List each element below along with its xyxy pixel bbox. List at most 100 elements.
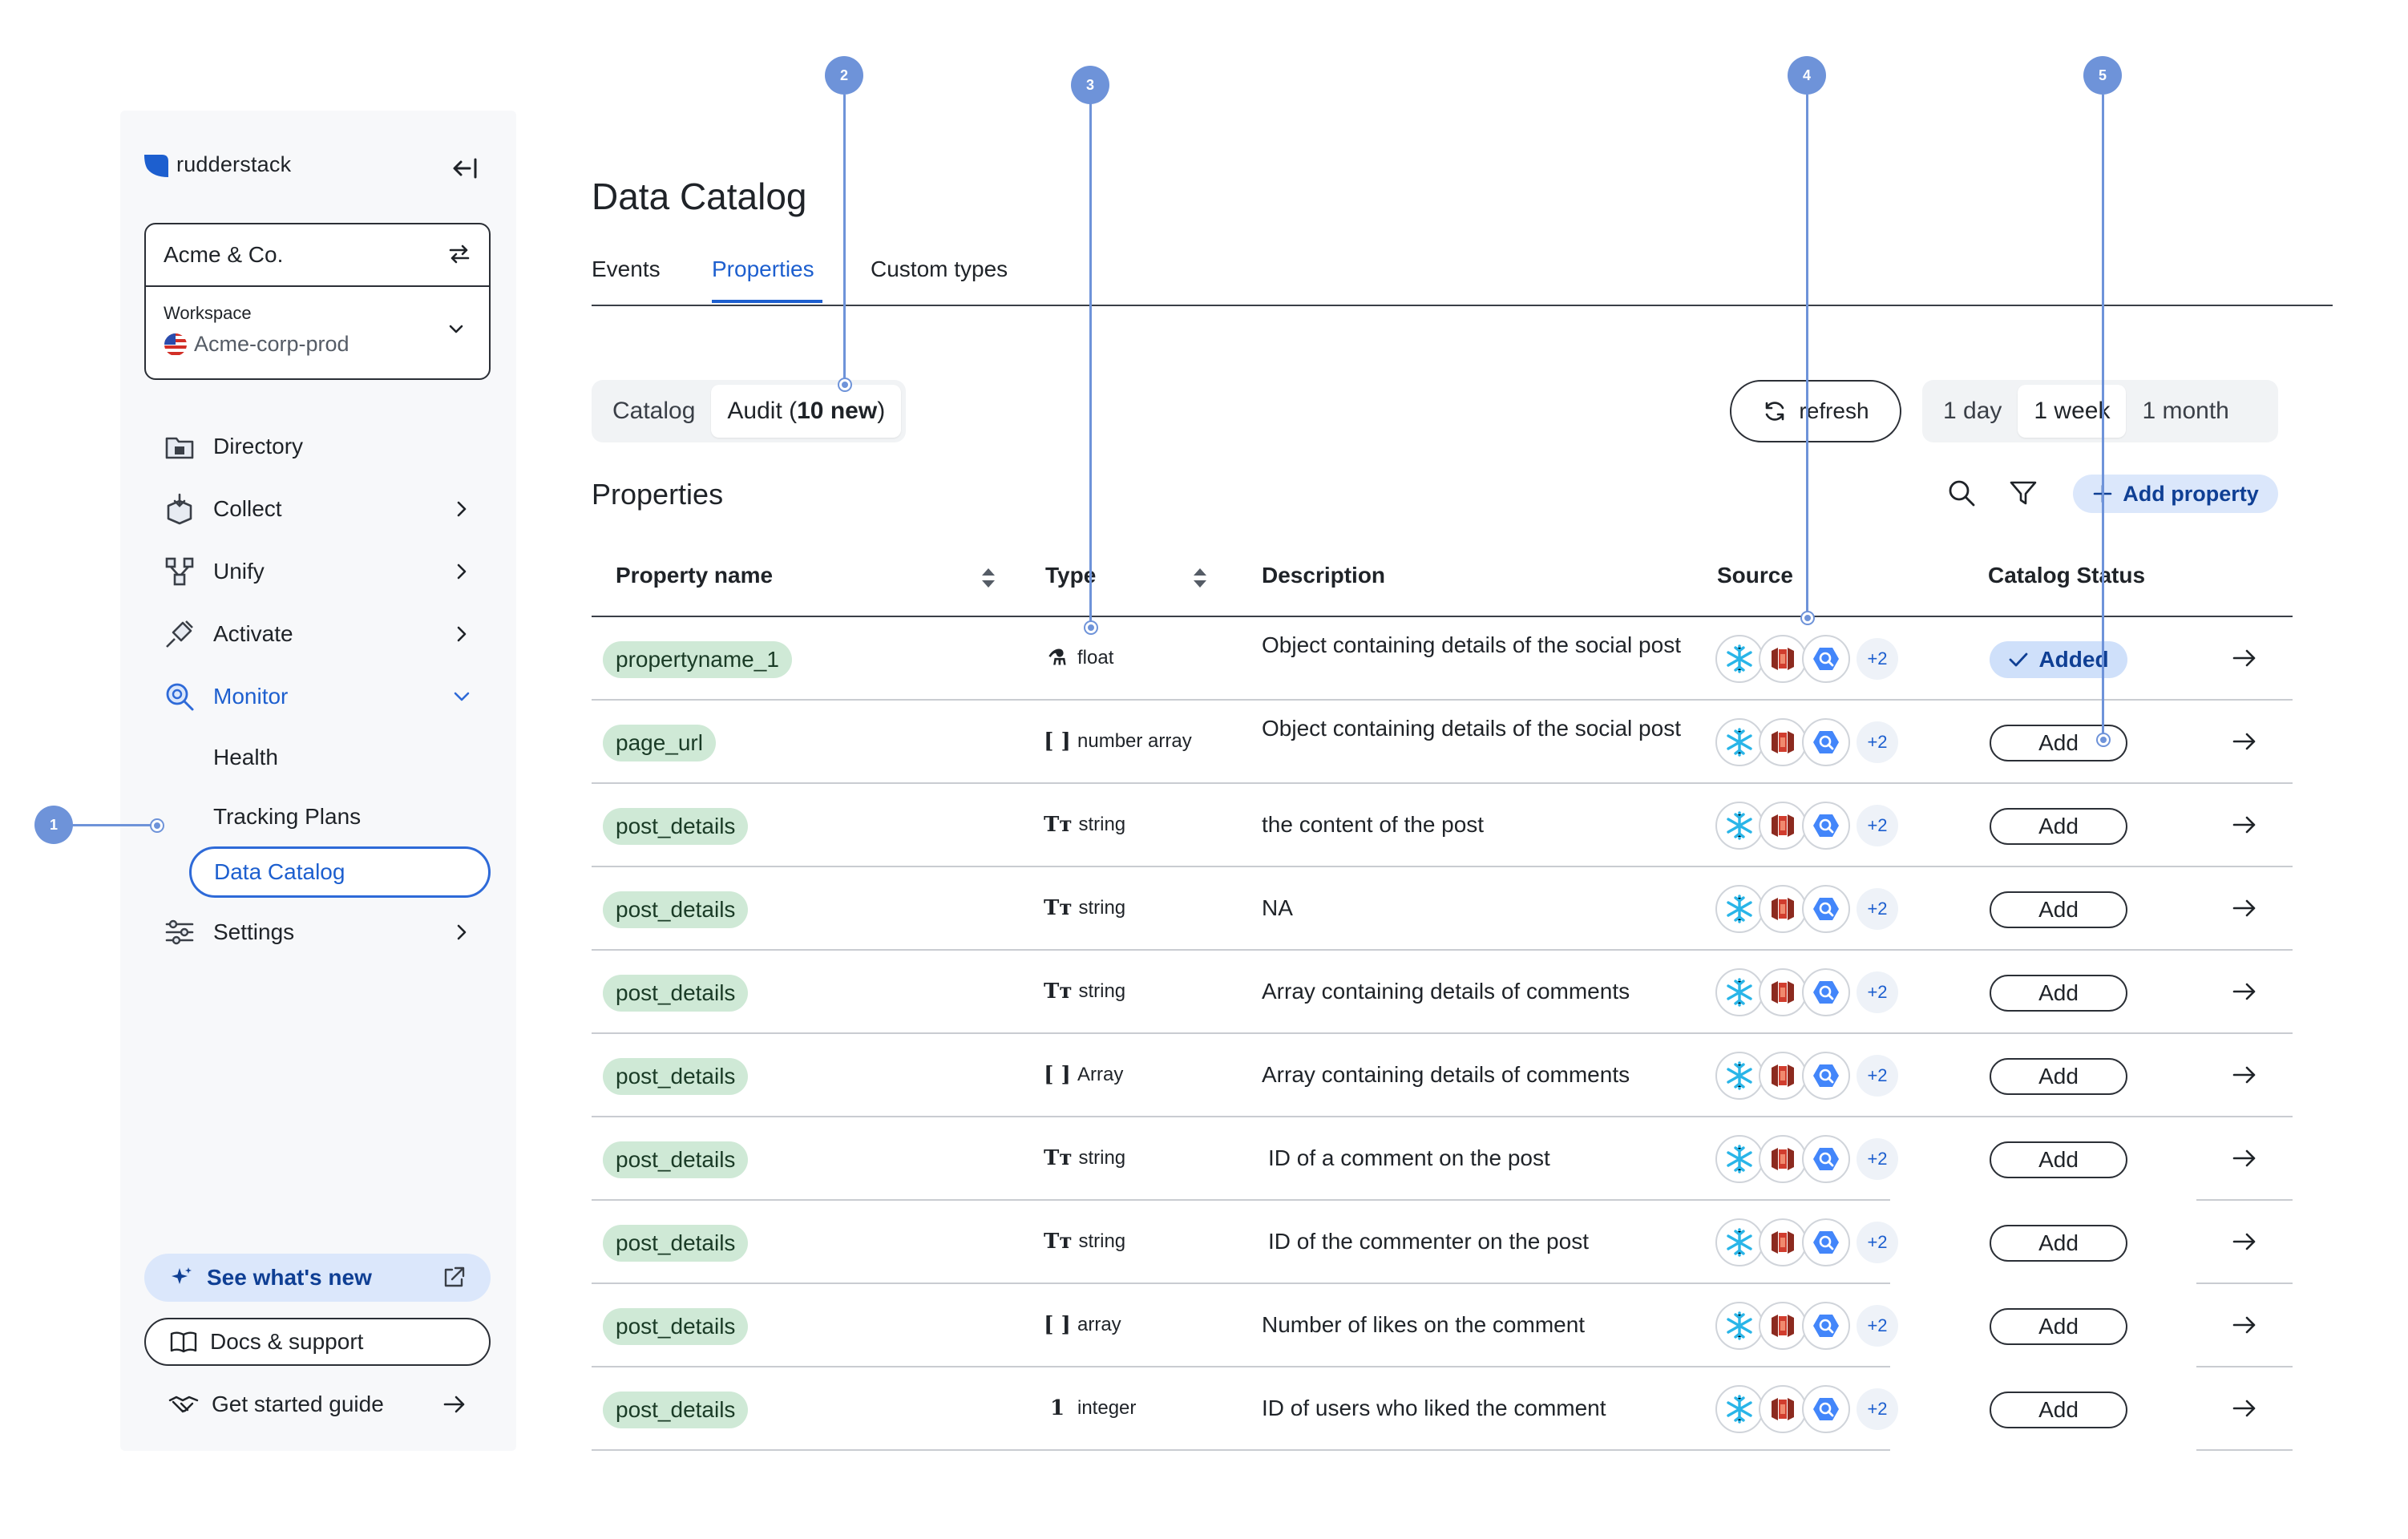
catalog-status-button[interactable]: Add [1990, 1308, 2127, 1345]
source-icons[interactable]: +2 [1715, 968, 1898, 1016]
property-name-pill[interactable]: post_details [603, 975, 749, 1012]
get-started-guide-button[interactable]: Get started guide [144, 1380, 491, 1428]
property-name-pill[interactable]: page_url [603, 725, 716, 761]
property-name-pill[interactable]: post_details [603, 1392, 749, 1428]
open-row-button[interactable] [2232, 813, 2257, 841]
more-sources-badge[interactable]: +2 [1857, 888, 1898, 930]
column-header-type[interactable]: Type [1045, 563, 1096, 588]
table-row[interactable]: post_details [ ] Array Array containing … [592, 1034, 2293, 1117]
nav-item-activate[interactable]: Activate [162, 603, 491, 665]
range-1-day[interactable]: 1 day [1927, 385, 2018, 438]
open-row-button[interactable] [2232, 1146, 2257, 1174]
catalog-status-button[interactable]: Add [1990, 1225, 2127, 1262]
source-icons[interactable]: +2 [1715, 635, 1898, 683]
source-icons[interactable]: +2 [1715, 802, 1898, 850]
workspace-switcher[interactable]: Acme & Co. Workspace Acme-corp-prod [144, 223, 491, 380]
tab-custom-types[interactable]: Custom types [871, 256, 1008, 282]
nav-sub-tracking-plans[interactable]: Tracking Plans [162, 787, 491, 846]
property-name-pill[interactable]: post_details [603, 1225, 749, 1262]
nav-item-unify[interactable]: Unify [162, 540, 491, 603]
open-row-button[interactable] [2232, 729, 2257, 757]
more-sources-badge[interactable]: +2 [1857, 1388, 1898, 1430]
source-icons[interactable]: +2 [1715, 1385, 1898, 1433]
catalog-toggle-option[interactable]: Catalog [596, 385, 711, 438]
source-icons[interactable]: +2 [1715, 718, 1898, 766]
table-row[interactable]: page_url [ ] number array Object contain… [592, 701, 2293, 784]
workspace-name-row: Acme-corp-prod [164, 332, 349, 357]
more-sources-badge[interactable]: +2 [1857, 1138, 1898, 1180]
table-row[interactable]: post_details Tт string ID of the comment… [592, 1201, 2293, 1284]
range-1-month[interactable]: 1 month [2126, 385, 2244, 438]
nav-item-monitor[interactable]: Monitor [162, 665, 491, 728]
property-name-pill[interactable]: propertyname_1 [603, 641, 792, 678]
search-button[interactable] [1946, 478, 1977, 512]
source-icons[interactable]: +2 [1715, 885, 1898, 933]
filter-button[interactable] [2009, 479, 2038, 511]
catalog-status-button[interactable]: Added [1990, 641, 2127, 678]
nav-item-collect[interactable]: Collect [162, 478, 491, 540]
docs-support-button[interactable]: Docs & support [144, 1318, 491, 1366]
catalog-status-button[interactable]: Add [1990, 1392, 2127, 1428]
source-icons[interactable]: +2 [1715, 1218, 1898, 1266]
table-row[interactable]: post_details 1 integer ID of users who l… [592, 1367, 2293, 1451]
property-name-pill[interactable]: post_details [603, 808, 749, 845]
more-sources-badge[interactable]: +2 [1857, 638, 1898, 680]
open-row-button[interactable] [2232, 1063, 2257, 1091]
catalog-status-button[interactable]: Add [1990, 975, 2127, 1012]
more-sources-badge[interactable]: +2 [1857, 721, 1898, 763]
more-sources-badge[interactable]: +2 [1857, 1055, 1898, 1097]
sort-icon[interactable] [980, 566, 997, 590]
nav-item-directory[interactable]: Directory [162, 415, 491, 478]
property-name-pill[interactable]: post_details [603, 1058, 749, 1095]
collapse-sidebar-button[interactable] [449, 152, 481, 184]
catalog-status-button[interactable]: Add [1990, 808, 2127, 845]
range-1-week[interactable]: 1 week [2018, 385, 2127, 438]
more-sources-badge[interactable]: +2 [1857, 1305, 1898, 1347]
type-label: Array [1077, 1064, 1124, 1085]
snowflake-source-icon [1715, 968, 1764, 1016]
bigquery-source-icon [1802, 1135, 1850, 1183]
audit-count: 10 new [797, 398, 878, 424]
arrow-right-icon [2232, 1400, 2256, 1417]
sort-icon[interactable] [1191, 566, 1209, 590]
column-header-description: Description [1262, 563, 1386, 588]
table-row[interactable]: post_details [ ] array Number of likes o… [592, 1284, 2293, 1367]
bigquery-source-icon [1802, 718, 1850, 766]
organization-row[interactable]: Acme & Co. [146, 224, 489, 287]
snowflake-source-icon [1715, 635, 1764, 683]
whats-new-button[interactable]: See what's new [144, 1254, 491, 1302]
open-row-button[interactable] [2232, 646, 2257, 674]
source-icons[interactable]: +2 [1715, 1052, 1898, 1100]
more-sources-badge[interactable]: +2 [1857, 971, 1898, 1013]
table-row[interactable]: propertyname_1 ⚗ float Object containing… [592, 617, 2293, 701]
table-row[interactable]: post_details Tт string Array containing … [592, 951, 2293, 1034]
source-icons[interactable]: +2 [1715, 1135, 1898, 1183]
tab-events[interactable]: Events [592, 256, 661, 282]
refresh-button[interactable]: refresh [1730, 380, 1901, 442]
more-sources-badge[interactable]: +2 [1857, 805, 1898, 846]
audit-toggle-option[interactable]: Audit (10 new) [711, 385, 902, 438]
catalog-status-button[interactable]: Add [1990, 1058, 2127, 1095]
more-sources-badge[interactable]: +2 [1857, 1222, 1898, 1263]
table-row[interactable]: post_details Tт string NA +2 Add [592, 867, 2293, 951]
catalog-status-button[interactable]: Add [1990, 1141, 2127, 1178]
nav-sub-data-catalog[interactable]: Data Catalog [189, 846, 491, 898]
type-icon: ⚗ [1048, 646, 1067, 670]
catalog-status-button[interactable]: Add [1990, 891, 2127, 928]
property-name-pill[interactable]: post_details [603, 1141, 749, 1178]
table-row[interactable]: post_details Tт string the content of th… [592, 784, 2293, 867]
open-row-button[interactable] [2232, 1396, 2257, 1424]
open-row-button[interactable] [2232, 896, 2257, 924]
open-row-button[interactable] [2232, 1230, 2257, 1258]
property-name-pill[interactable]: post_details [603, 1308, 749, 1345]
logo[interactable]: rudderstack [144, 152, 291, 177]
source-icons[interactable]: +2 [1715, 1302, 1898, 1350]
open-row-button[interactable] [2232, 1313, 2257, 1341]
open-row-button[interactable] [2232, 980, 2257, 1008]
property-name-pill[interactable]: post_details [603, 891, 749, 928]
nav-sub-health[interactable]: Health [162, 728, 491, 787]
nav-item-settings[interactable]: Settings [162, 901, 491, 963]
table-row[interactable]: post_details Tт string ID of a comment o… [592, 1117, 2293, 1201]
column-header-property-name[interactable]: Property name [616, 563, 773, 588]
tab-properties[interactable]: Properties [712, 256, 814, 282]
